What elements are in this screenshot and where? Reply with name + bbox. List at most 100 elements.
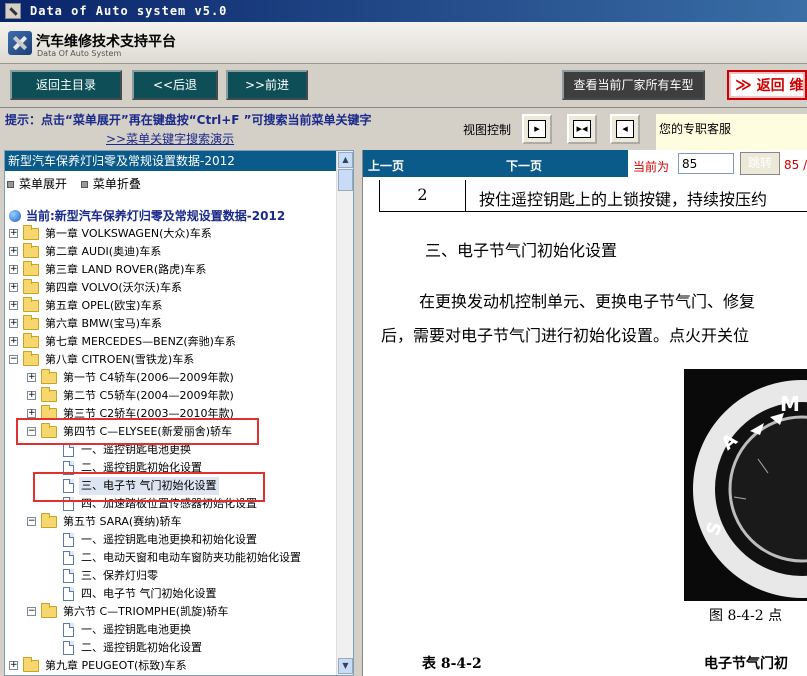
- scroll-thumb[interactable]: [338, 169, 353, 191]
- view-control-label: 视图控制: [463, 123, 512, 137]
- folder-icon: [41, 387, 57, 402]
- tree-item-folder[interactable]: − 第五节 SARA(赛纳)轿车: [5, 513, 337, 531]
- double-chevron-icon: ≫: [735, 75, 752, 94]
- expand-toggle-icon[interactable]: +: [9, 661, 18, 670]
- home-button[interactable]: 返回主目录: [10, 70, 122, 100]
- tree-item-label: 第九章 PEUGEOT(标致)车系: [45, 659, 187, 672]
- scroll-up-icon[interactable]: ▲: [338, 152, 353, 168]
- tree-root[interactable]: 当前:新型汽车保养灯归零及常规设置数据-2012: [5, 207, 337, 225]
- expand-toggle-icon[interactable]: +: [27, 373, 36, 382]
- collapse-toggle-icon[interactable]: −: [9, 355, 18, 364]
- tree-item-doc[interactable]: 三、保养灯归零: [5, 567, 337, 585]
- menu-scrollbar[interactable]: ▲ ▼: [336, 151, 353, 675]
- collapse-toggle-icon[interactable]: −: [27, 517, 36, 526]
- tree-item-label: 第七章 MERCEDES—BENZ(奔驰)车系: [45, 335, 236, 348]
- collapse-menu-button[interactable]: 菜单折叠: [80, 177, 141, 191]
- service-contact[interactable]: 您的专职客服: [656, 114, 807, 150]
- table-caption: 表 8-4-2: [422, 656, 482, 672]
- document-icon: [63, 533, 74, 547]
- forward-button[interactable]: >>前进: [226, 70, 308, 100]
- folder-icon: [23, 315, 39, 330]
- figure-caption: 图 8-4-2 点: [709, 608, 783, 624]
- paragraph-line-2: 后，需要对电子节气门进行初始化设置。点火开关位: [381, 326, 750, 345]
- page-jump-panel: 当前为 跳转 85 /: [628, 150, 807, 177]
- tree-item-label: 第六章 BMW(宝马)车系: [45, 317, 162, 330]
- tree-item-label: 第六节 C—TRIOMPHE(凯旋)轿车: [63, 605, 229, 618]
- tree-item-folder[interactable]: + 第一节 C4轿车(2006—2009年款): [5, 369, 337, 387]
- tree-item-folder[interactable]: + 第二节 C5轿车(2004—2009年款): [5, 387, 337, 405]
- expand-toggle-icon[interactable]: +: [27, 409, 36, 418]
- tree-item-label: 第一节 C4轿车(2006—2009年款): [63, 371, 234, 384]
- brand-title: 汽车维修技术支持平台: [36, 34, 176, 50]
- scroll-down-icon[interactable]: ▼: [338, 658, 353, 674]
- tree-item-doc[interactable]: 一、遥控钥匙电池更换和初始化设置: [5, 531, 337, 549]
- expand-toggle-icon[interactable]: +: [9, 229, 18, 238]
- expand-square-icon: [7, 181, 14, 188]
- tree-item-folder[interactable]: + 第九章 PEUGEOT(标致)车系: [5, 657, 337, 675]
- highlight-box-item: [33, 472, 265, 502]
- page-number-input[interactable]: [678, 153, 734, 174]
- return-button[interactable]: ≫ 返回 维: [727, 70, 807, 100]
- tree-item-doc[interactable]: 一、遥控钥匙电池更换: [5, 621, 337, 639]
- tree-item-label: 第八章 CITROEN(雪铁龙)车系: [45, 353, 195, 366]
- menu-ops: 菜单展开 菜单折叠: [7, 175, 151, 192]
- all-models-button[interactable]: 查看当前厂家所有车型: [562, 70, 705, 100]
- folder-icon: [23, 333, 39, 348]
- expand-toggle-icon[interactable]: +: [9, 319, 18, 328]
- folder-open-icon: [41, 603, 57, 618]
- prev-page-button[interactable]: 上一页: [368, 157, 404, 174]
- tree-item-label: 一、遥控钥匙电池更换和初始化设置: [81, 533, 257, 546]
- tree-item-doc[interactable]: 四、电子节 气门初始化设置: [5, 585, 337, 603]
- document-icon: [63, 587, 74, 601]
- back-button[interactable]: <<后退: [132, 70, 218, 100]
- expand-toggle-icon[interactable]: +: [9, 265, 18, 274]
- expand-toggle-icon[interactable]: +: [9, 283, 18, 292]
- tree-item-folder[interactable]: − 第六节 C—TRIOMPHE(凯旋)轿车: [5, 603, 337, 621]
- menu-header: 新型汽车保养灯归零及常规设置数据-2012: [5, 151, 337, 171]
- collapse-toggle-icon[interactable]: −: [27, 607, 36, 616]
- brand-subtitle: Data Of Auto System: [37, 49, 122, 58]
- collapse-label: 菜单折叠: [92, 177, 141, 191]
- steps-table-row: 2 按住遥控钥匙上的上锁按键，持续按压约: [379, 180, 807, 212]
- step-text: 按住遥控钥匙上的上锁按键，持续按压约: [479, 190, 768, 209]
- arrow-right-icon: ▸: [528, 120, 546, 138]
- document-icon: [63, 551, 74, 565]
- expand-toggle-icon[interactable]: +: [27, 391, 36, 400]
- content-panel: 上一页 下一页 当前为 跳转 85 / 2 按住遥控钥匙上的上锁按键，持续按压约…: [362, 150, 807, 676]
- tree-item-folder[interactable]: + 第五章 OPEL(欧宝)车系: [5, 297, 337, 315]
- main-toolbar: 返回主目录 <<后退 >>前进 查看当前厂家所有车型 ≫ 返回 维: [0, 64, 807, 108]
- view-split-button[interactable]: ▸◂: [567, 114, 597, 144]
- tree-item-label: 第一章 VOLKSWAGEN(大众)车系: [45, 227, 212, 240]
- tree-item-label: 三、保养灯归零: [81, 569, 158, 582]
- jump-button[interactable]: 跳转: [740, 152, 780, 175]
- tree-item-folder[interactable]: + 第二章 AUDI(奥迪)车系: [5, 243, 337, 261]
- folder-icon: [23, 225, 39, 240]
- tree-item-folder[interactable]: + 第七章 MERCEDES—BENZ(奔驰)车系: [5, 333, 337, 351]
- tree-item-doc[interactable]: 二、遥控钥匙初始化设置: [5, 639, 337, 657]
- document-icon: [63, 443, 74, 457]
- tree-item-folder[interactable]: + 第一章 VOLKSWAGEN(大众)车系: [5, 225, 337, 243]
- expand-toggle-icon[interactable]: +: [9, 337, 18, 346]
- tree-item-label: 第五章 OPEL(欧宝)车系: [45, 299, 163, 312]
- folder-icon: [23, 261, 39, 276]
- next-page-button[interactable]: 下一页: [506, 157, 542, 174]
- view-right-button[interactable]: ▸: [522, 114, 552, 144]
- tree-item-folder[interactable]: + 第六章 BMW(宝马)车系: [5, 315, 337, 333]
- expand-toggle-icon[interactable]: +: [9, 301, 18, 310]
- menu-panel: 新型汽车保养灯归零及常规设置数据-2012 菜单展开 菜单折叠 当前:新型汽车保…: [4, 150, 354, 676]
- view-left-button[interactable]: ◂: [610, 114, 640, 144]
- folder-open-icon: [41, 513, 57, 528]
- search-demo-link[interactable]: >>菜单关键字搜索演示: [106, 130, 234, 147]
- tree-item-label: 当前:新型汽车保养灯归零及常规设置数据-2012: [26, 209, 286, 223]
- expand-menu-button[interactable]: 菜单展开: [7, 177, 67, 191]
- tree-item-label: 二、遥控钥匙初始化设置: [81, 641, 202, 654]
- tree-item-label: 第三章 LAND ROVER(路虎)车系: [45, 263, 207, 276]
- tree-item-label: 一、遥控钥匙电池更换: [81, 623, 191, 636]
- expand-toggle-icon[interactable]: +: [9, 247, 18, 256]
- tree-item-folder[interactable]: + 第四章 VOLVO(沃尔沃)车系: [5, 279, 337, 297]
- tree-item-folder[interactable]: + 第三章 LAND ROVER(路虎)车系: [5, 261, 337, 279]
- tree-item-doc[interactable]: 二、电动天窗和电动车窗防夹功能初始化设置: [5, 549, 337, 567]
- document-icon: [63, 623, 74, 637]
- tree-item-label: 第二章 AUDI(奥迪)车系: [45, 245, 162, 258]
- tree-item-folder[interactable]: − 第八章 CITROEN(雪铁龙)车系: [5, 351, 337, 369]
